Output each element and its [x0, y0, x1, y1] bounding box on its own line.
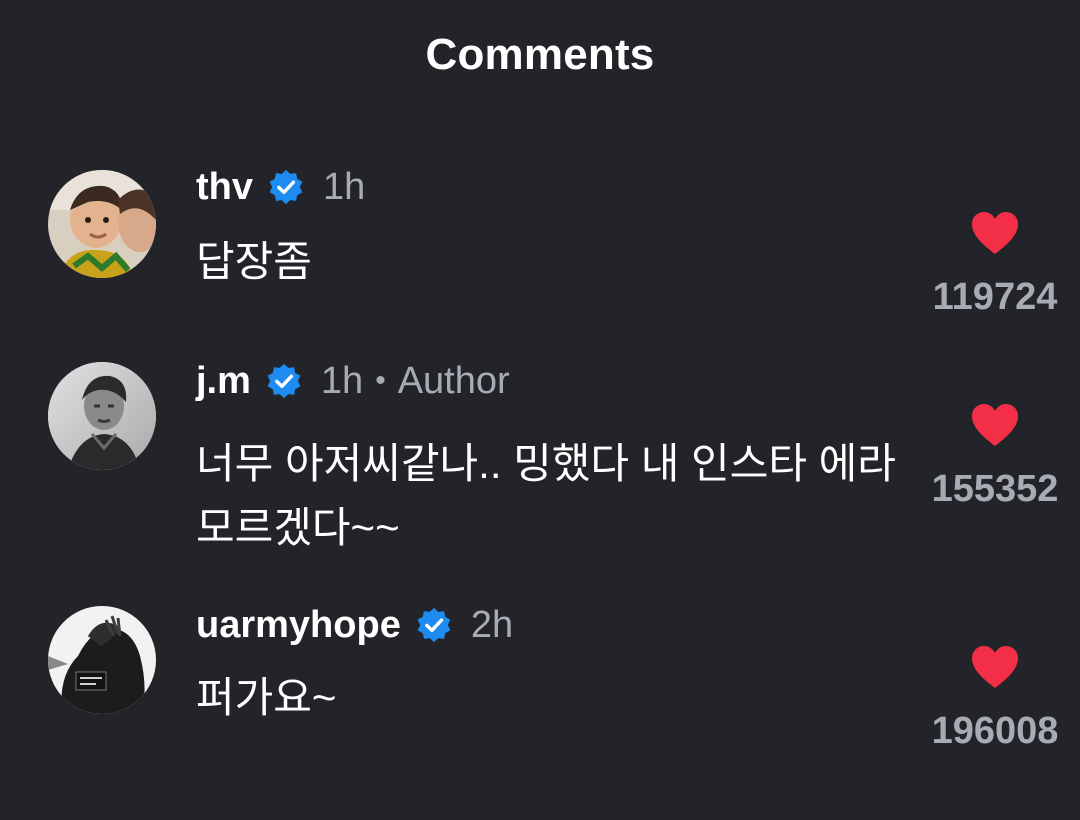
heart-icon[interactable]	[970, 210, 1020, 256]
comment-time: 1h	[323, 165, 366, 208]
comment-time: 1h	[320, 359, 364, 402]
verified-badge-icon	[415, 606, 453, 644]
comment-header: thv 1h	[196, 164, 365, 210]
username[interactable]: uarmyhope	[196, 604, 401, 647]
child-photo-avatar-image	[48, 170, 156, 278]
username[interactable]: j.m	[196, 360, 251, 403]
verified-badge-icon	[265, 362, 303, 400]
heart-icon[interactable]	[970, 402, 1020, 448]
comment-time: 2h	[470, 603, 514, 646]
dark-photo-avatar-image	[48, 606, 156, 714]
comment-text: 퍼가요~	[196, 674, 337, 721]
username[interactable]: thv	[196, 166, 253, 209]
like-count: 119724	[932, 276, 1058, 318]
avatar[interactable]	[48, 362, 156, 470]
comment-header: uarmyhope 2h	[196, 602, 513, 648]
like-area: 119724	[900, 210, 1080, 319]
verified-badge-icon	[267, 168, 305, 206]
page-title: Comments	[425, 30, 655, 79]
heart-icon[interactable]	[970, 644, 1020, 690]
like-count: 196008	[931, 710, 1059, 752]
avatar[interactable]	[48, 606, 156, 714]
comment-header: j.m 1h • Author	[196, 358, 510, 404]
avatar[interactable]	[48, 170, 156, 278]
separator-dot: •	[375, 364, 386, 397]
comments-sheet: Comments thv 1h 답장좀 119724 j.m 1h • Auth…	[0, 0, 1080, 820]
bw-portrait-avatar-image	[48, 362, 156, 470]
like-area: 196008	[900, 644, 1080, 753]
comment-text: 너무 아저씨같나.. 밍했다 내 인스타 에라 모르겠다~~	[196, 440, 896, 551]
like-area: 155352	[900, 402, 1080, 511]
author-label: Author	[397, 359, 510, 402]
like-count: 155352	[931, 468, 1059, 510]
comment-text: 답장좀	[196, 238, 312, 285]
